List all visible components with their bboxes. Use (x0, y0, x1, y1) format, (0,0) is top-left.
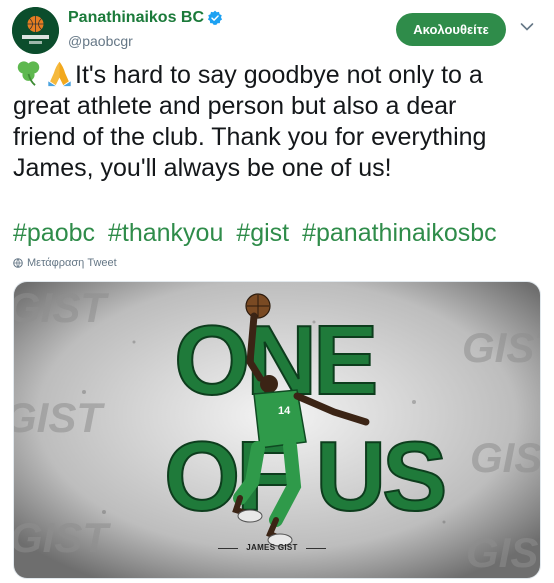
globe-icon (13, 258, 23, 268)
avatar[interactable] (12, 7, 59, 54)
tweet-line-2: great athlete and person but also a dear (13, 92, 457, 120)
image-caption: JAMES GIST (246, 543, 298, 552)
bg-word-6: GIST (466, 529, 540, 576)
display-name[interactable]: Panathinaikos BC (68, 9, 204, 27)
caption-rule-right (306, 548, 326, 549)
bg-word-1: GIST (14, 284, 109, 331)
tweet-line-1: It's hard to say goodbye not only to a (75, 61, 483, 89)
hashtag-thankyou[interactable]: #thankyou (108, 219, 223, 247)
folded-hands-icon (48, 61, 71, 87)
verified-badge-icon (207, 10, 223, 26)
panathinaikos-logo-icon (12, 7, 59, 54)
tweet-image[interactable]: GIST GIST GIST GIST GIST GIST ONE OF US … (13, 281, 541, 579)
tweet-line-3: friend of the club. Thank you for everyt… (13, 123, 487, 151)
tweet-text: It's hard to say goodbye not only to a g… (13, 59, 543, 184)
translate-label: Μετάφραση Tweet (27, 257, 117, 269)
bg-word-2: GIST (14, 394, 105, 441)
chevron-down-icon[interactable] (520, 22, 534, 32)
farewell-poster-image: GIST GIST GIST GIST GIST GIST ONE OF US … (14, 282, 540, 578)
shamrock-icon (17, 61, 40, 86)
jersey-number: 14 (278, 405, 291, 417)
hashtag-panathinaikosbc[interactable]: #panathinaikosbc (302, 219, 497, 247)
account-handle[interactable]: @paobcgr (68, 33, 133, 49)
bg-word-5: GIST (470, 434, 540, 481)
hashtag-gist[interactable]: #gist (236, 219, 289, 247)
translate-tweet-link[interactable]: Μετάφραση Tweet (13, 257, 117, 269)
hashtag-list: #paobc #thankyou #gist #panathinaikosbc (13, 218, 543, 249)
caption-rule-left (218, 548, 238, 549)
tweet-line-4: James, you'll always be one of us! (13, 154, 392, 182)
hashtag-paobc[interactable]: #paobc (13, 219, 95, 247)
following-button[interactable]: Ακολουθείτε (396, 13, 506, 46)
bg-word-4: GIST (462, 324, 540, 371)
bg-word-3: GIST (14, 514, 111, 561)
